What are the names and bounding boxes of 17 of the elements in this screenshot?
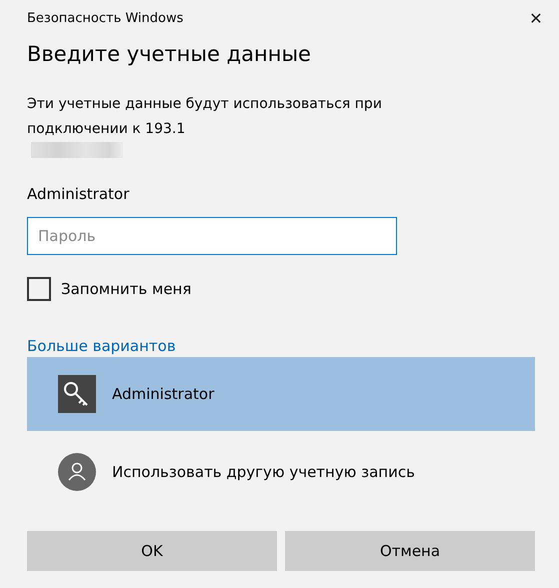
window-title: Безопасность Windows xyxy=(27,10,184,26)
account-option[interactable]: Administrator xyxy=(27,357,535,431)
close-button[interactable]: ✕ xyxy=(513,0,559,36)
more-options-link[interactable]: Больше вариантов xyxy=(27,337,176,355)
ok-button[interactable]: OK xyxy=(27,531,277,571)
dialog-heading: Введите учетные данные xyxy=(27,42,312,66)
description-text: Эти учетные данные будут использоваться при подключении к 193.1 xyxy=(27,95,383,139)
account-name: Administrator xyxy=(112,385,214,403)
password-field[interactable]: Пароль xyxy=(27,217,397,255)
remember-checkbox[interactable] xyxy=(27,277,51,301)
account-name: Использовать другую учетную запись xyxy=(112,463,415,481)
cancel-button[interactable]: Отмена xyxy=(285,531,535,571)
remember-label: Запомнить меня xyxy=(61,280,192,298)
username-label: Administrator xyxy=(27,185,130,203)
key-icon xyxy=(58,375,96,413)
user-avatar-icon xyxy=(58,453,96,491)
account-option[interactable]: Использовать другую учетную запись xyxy=(27,435,535,509)
